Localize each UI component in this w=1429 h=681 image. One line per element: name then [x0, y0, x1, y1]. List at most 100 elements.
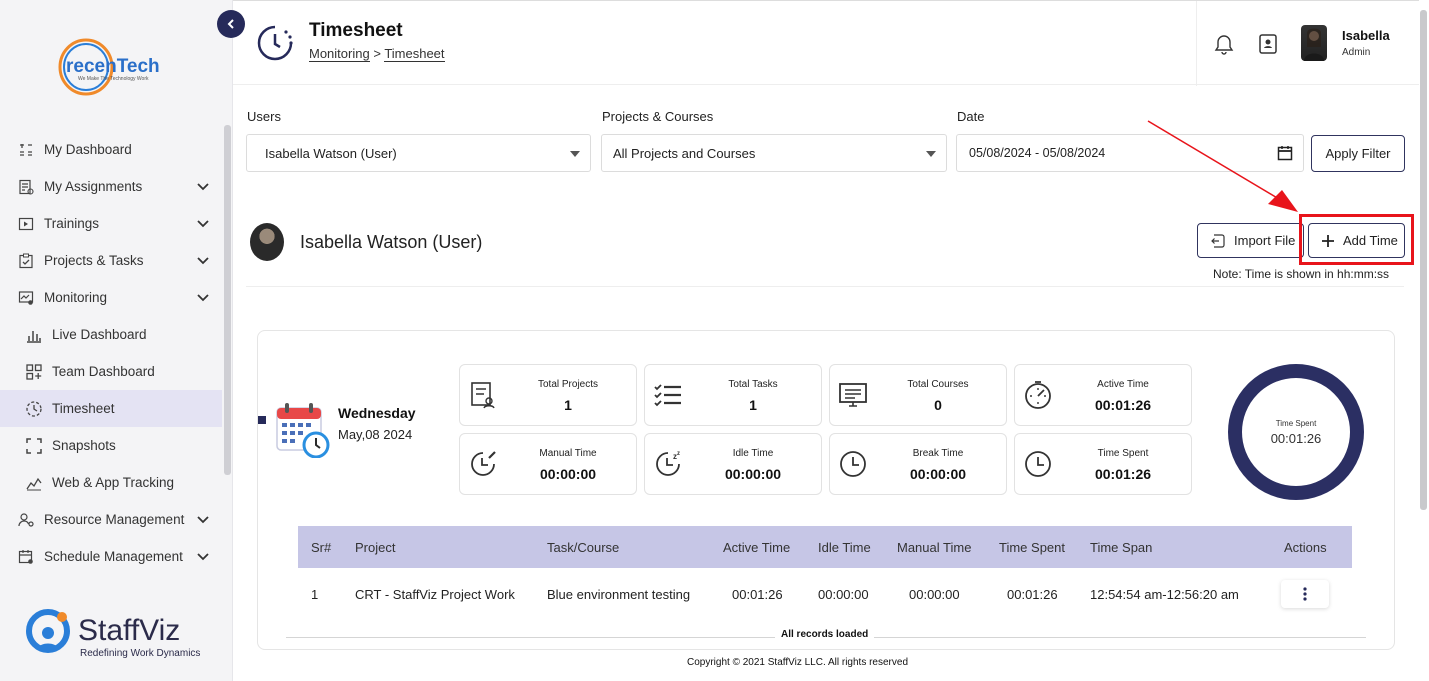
page-title: Timesheet [309, 20, 403, 41]
sidebar-item-timesheet[interactable]: Timesheet [0, 390, 222, 427]
col-header-sr: Sr# [311, 539, 332, 555]
top-header: Timesheet Monitoring > Timesheet Isabell… [233, 0, 1419, 86]
clipboard-icon [16, 251, 36, 271]
contact-book-icon[interactable] [1257, 33, 1279, 55]
breadcrumb-timesheet[interactable]: Timesheet [384, 46, 445, 62]
stat-value: 00:00:00 [539, 466, 597, 482]
sidebar-item-monitoring[interactable]: Monitoring [0, 279, 222, 316]
cell-manual-time: 00:00:00 [909, 586, 960, 602]
sidebar-item-label: Monitoring [44, 290, 108, 305]
frame-icon [24, 436, 44, 456]
breadcrumb-monitoring[interactable]: Monitoring [309, 46, 370, 62]
sidebar-item-my-assignments[interactable]: My Assignments [0, 168, 222, 205]
apply-filter-button[interactable]: Apply Filter [1311, 135, 1405, 172]
clock-icon [24, 399, 44, 419]
day-weekday: Wednesday [338, 405, 416, 421]
sidebar-item-projects-tasks[interactable]: Projects & Tasks [0, 242, 222, 279]
sidebar-nav: My Dashboard My Assignments Trainings Pr… [0, 131, 222, 575]
stat-value: 00:00:00 [724, 466, 782, 482]
import-file-button[interactable]: Import File [1197, 223, 1304, 258]
stat-time-spent: Time Spent 00:01:26 [1014, 433, 1192, 495]
stat-value: 00:00:00 [909, 466, 967, 482]
stat-total-tasks: Total Tasks 1 [644, 364, 822, 426]
sidebar-item-trainings[interactable]: Trainings [0, 205, 222, 242]
time-spent-icon [1025, 451, 1051, 477]
users-select-value: Isabella Watson (User) [265, 145, 397, 161]
timesheet-clock-icon [257, 25, 293, 61]
courses-icon [839, 383, 867, 407]
stat-value: 00:01:26 [1094, 466, 1152, 482]
staffviz-logo: StaffViz Redefining Work Dynamics [26, 609, 200, 659]
sidebar-item-label: Live Dashboard [52, 327, 147, 342]
tasks-icon [654, 384, 681, 407]
monitor-icon [16, 288, 36, 308]
stopwatch-icon [1025, 381, 1051, 409]
sidebar-item-label: Trainings [44, 216, 100, 231]
day-marker [258, 416, 266, 424]
app-root: recenTech We Make The Technology Work My… [0, 0, 1429, 681]
break-clock-icon [840, 451, 866, 477]
stat-label: Idle Time [732, 448, 774, 459]
chevron-left-icon [227, 19, 234, 29]
day-date: May,08 2024 [338, 427, 413, 442]
stat-break-time: Break Time 00:00:00 [829, 433, 1007, 495]
sidebar-item-web-app-tracking[interactable]: Web & App Tracking [0, 464, 222, 501]
sidebar-item-label: Timesheet [52, 401, 115, 416]
users-select[interactable]: Isabella Watson (User) [246, 134, 591, 172]
date-range-value: 05/08/2024 - 05/08/2024 [969, 146, 1106, 160]
calendar-icon[interactable] [1277, 145, 1293, 161]
sidebar-item-resource-management[interactable]: Resource Management [0, 501, 222, 538]
stat-active-time: Active Time 00:01:26 [1014, 364, 1192, 426]
calendar-clock-icon [276, 403, 330, 458]
cell-sr: 1 [311, 586, 319, 602]
sidebar-item-schedule-management[interactable]: Schedule Management [0, 538, 222, 575]
svg-text:Redefining Work Dynamics: Redefining Work Dynamics [80, 648, 200, 659]
col-header-project: Project [355, 539, 396, 555]
assignments-icon [16, 177, 36, 197]
projects-select[interactable]: All Projects and Courses [601, 134, 947, 172]
sidebar-item-team-dashboard[interactable]: Team Dashboard [0, 353, 222, 390]
sidebar-item-label: Schedule Management [44, 549, 183, 564]
chevron-down-icon[interactable] [196, 253, 210, 267]
svg-text:StaffViz: StaffViz [78, 614, 180, 647]
stat-label: Active Time [1097, 379, 1149, 390]
stat-label: Break Time [912, 448, 964, 459]
play-icon [16, 214, 36, 234]
sidebar: recenTech We Make The Technology Work My… [0, 0, 233, 681]
sidebar-item-label: My Assignments [44, 179, 143, 194]
chevron-down-icon[interactable] [196, 512, 210, 526]
sidebar-item-label: Projects & Tasks [44, 253, 144, 268]
col-header-manual-time: Manual Time [897, 539, 972, 555]
svg-text:We Make The Technology Work: We Make The Technology Work [78, 76, 149, 82]
sidebar-collapse-button[interactable] [217, 10, 245, 38]
date-range-input[interactable]: 05/08/2024 - 05/08/2024 [956, 134, 1304, 172]
donut-value: 00:01:26 [1271, 431, 1322, 446]
stat-value: 00:01:26 [1094, 397, 1152, 413]
table-row: 1 CRT - StaffViz Project Work Blue envir… [298, 570, 1352, 618]
chevron-down-icon[interactable] [196, 549, 210, 563]
breadcrumb-separator: > [373, 46, 381, 61]
idle-clock-icon: zz [656, 451, 680, 476]
chevron-down-icon[interactable] [196, 216, 210, 230]
users-gear-icon [16, 510, 36, 530]
sidebar-item-label: Snapshots [52, 438, 116, 453]
date-filter-label: Date [957, 109, 985, 124]
sidebar-scrollbar[interactable] [224, 125, 231, 475]
header-avatar[interactable] [1301, 25, 1327, 61]
caret-down-icon [926, 151, 936, 157]
stat-total-courses: Total Courses 0 [829, 364, 1007, 426]
row-actions-button[interactable] [1281, 580, 1329, 608]
sidebar-item-my-dashboard[interactable]: My Dashboard [0, 131, 222, 168]
sidebar-item-live-dashboard[interactable]: Live Dashboard [0, 316, 222, 353]
chevron-down-icon[interactable] [196, 179, 210, 193]
header-user-name[interactable]: Isabella [1342, 28, 1390, 43]
bell-icon[interactable] [1213, 33, 1235, 55]
stat-label: Time Spent [1097, 448, 1149, 459]
chevron-down-icon[interactable] [196, 290, 210, 304]
stat-label: Total Projects [537, 379, 599, 390]
sidebar-item-label: Web & App Tracking [52, 475, 175, 490]
sidebar-item-label: Team Dashboard [52, 364, 155, 379]
sidebar-item-snapshots[interactable]: Snapshots [0, 427, 222, 464]
stat-value: 0 [934, 397, 942, 413]
page-scrollbar[interactable] [1420, 10, 1427, 510]
